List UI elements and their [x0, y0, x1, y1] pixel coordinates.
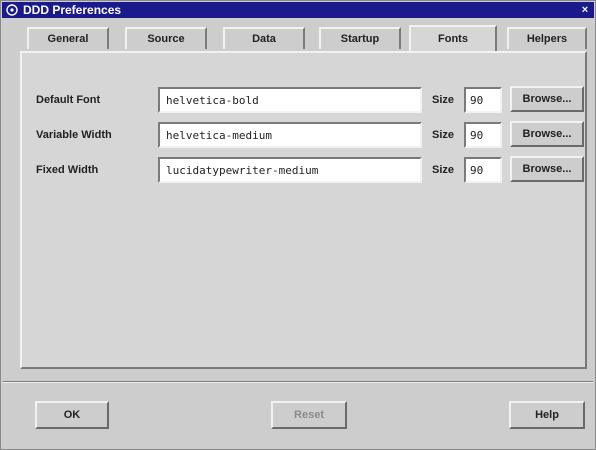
- variable-width-size-label: Size: [432, 129, 455, 141]
- preferences-window: DDD Preferences × General Source Data St…: [0, 0, 596, 450]
- variable-width-browse-button[interactable]: Browse...: [510, 121, 584, 147]
- font-row-fixed: Fixed Width lucidatypewriter-medium Size…: [22, 155, 589, 187]
- title-bar[interactable]: DDD Preferences ×: [2, 2, 594, 18]
- fixed-width-size-label: Size: [432, 164, 455, 176]
- fixed-width-size-input[interactable]: 90: [464, 157, 502, 183]
- variable-width-size-input[interactable]: 90: [464, 122, 502, 148]
- fonts-panel: Default Font helvetica-bold Size 90 Brow…: [20, 51, 587, 369]
- default-font-browse-button[interactable]: Browse...: [510, 86, 584, 112]
- variable-width-input[interactable]: helvetica-medium: [158, 122, 422, 148]
- default-font-size-label: Size: [432, 94, 455, 106]
- ok-button[interactable]: OK: [35, 401, 109, 429]
- tab-general[interactable]: General: [27, 27, 109, 49]
- help-button[interactable]: Help: [509, 401, 585, 429]
- fixed-width-browse-button[interactable]: Browse...: [510, 156, 584, 182]
- fixed-width-label: Fixed Width: [36, 164, 99, 176]
- default-font-size-input[interactable]: 90: [464, 87, 502, 113]
- font-row-default: Default Font helvetica-bold Size 90 Brow…: [22, 85, 589, 117]
- font-row-variable: Variable Width helvetica-medium Size 90 …: [22, 120, 589, 152]
- fixed-width-input[interactable]: lucidatypewriter-medium: [158, 157, 422, 183]
- window-title: DDD Preferences: [23, 3, 122, 17]
- reset-button[interactable]: Reset: [271, 401, 347, 429]
- tab-data[interactable]: Data: [223, 27, 305, 49]
- default-font-label: Default Font: [36, 94, 101, 106]
- window-menu-icon[interactable]: [6, 4, 18, 16]
- tab-fonts[interactable]: Fonts: [409, 25, 497, 51]
- button-separator: [3, 381, 593, 383]
- tab-startup[interactable]: Startup: [319, 27, 401, 49]
- tab-helpers[interactable]: Helpers: [507, 27, 587, 49]
- tab-source[interactable]: Source: [125, 27, 207, 49]
- variable-width-label: Variable Width: [36, 129, 112, 141]
- close-icon[interactable]: ×: [579, 4, 591, 16]
- tab-bar: General Source Data Startup Fonts Helper…: [27, 25, 587, 51]
- default-font-input[interactable]: helvetica-bold: [158, 87, 422, 113]
